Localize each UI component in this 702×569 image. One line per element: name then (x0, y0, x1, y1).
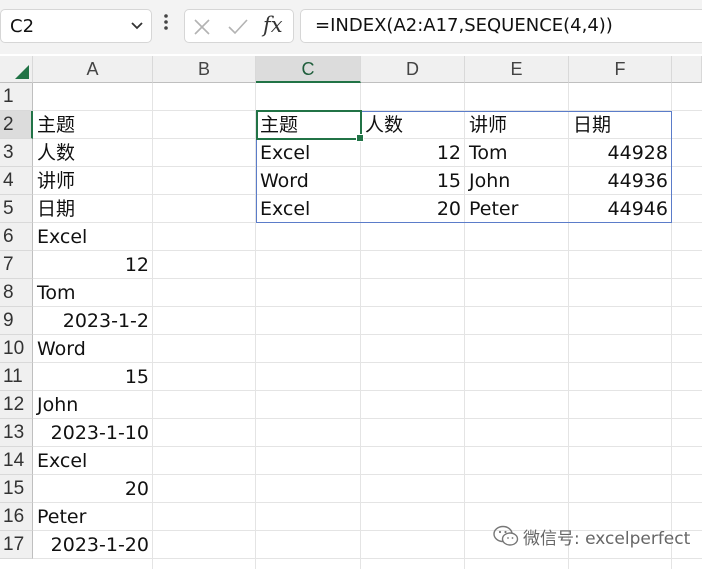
cell-a3[interactable]: 人数 (33, 139, 153, 167)
more-options-icon[interactable] (163, 13, 169, 31)
row-header-1[interactable]: 1 (0, 83, 33, 111)
formula-input[interactable]: =INDEX(A2:A17,SEQUENCE(4,4)) (300, 9, 702, 43)
wechat-icon (493, 525, 519, 546)
column-header-a[interactable]: A (33, 56, 153, 83)
formula-text: =INDEX(A2:A17,SEQUENCE(4,4)) (315, 15, 613, 36)
column-header-b[interactable]: B (153, 56, 256, 83)
cell-e4[interactable]: John (465, 167, 569, 195)
chevron-down-icon[interactable] (131, 22, 143, 30)
cell-d2[interactable]: 人数 (361, 111, 465, 139)
cell-e2[interactable]: 讲师 (465, 111, 569, 139)
row-header-15[interactable]: 15 (0, 475, 33, 503)
column-header-e[interactable]: E (465, 56, 569, 83)
cell-a6[interactable]: Excel (33, 223, 153, 251)
row-header-13[interactable]: 13 (0, 419, 33, 447)
select-all-corner[interactable] (0, 56, 33, 83)
column-header-next[interactable] (672, 56, 702, 83)
watermark-text: 微信号: excelperfect (523, 529, 691, 549)
cell-d3[interactable]: 12 (361, 139, 465, 167)
row-header-9[interactable]: 9 (0, 307, 33, 335)
row-header-12[interactable]: 12 (0, 391, 33, 419)
row-header-10[interactable]: 10 (0, 335, 33, 363)
row-header-16[interactable]: 16 (0, 503, 33, 531)
column-header-c[interactable]: C (256, 56, 361, 83)
row-header-4[interactable]: 4 (0, 167, 33, 195)
row-header-14[interactable]: 14 (0, 447, 33, 475)
cell-a17[interactable]: 2023-1-20 (33, 531, 153, 559)
cell-e5[interactable]: Peter (465, 195, 569, 223)
formula-buttons: fx (184, 9, 294, 43)
name-box[interactable]: C2 (0, 9, 152, 43)
cell-a5[interactable]: 日期 (33, 195, 153, 223)
cell-a9[interactable]: 2023-1-2 (33, 307, 153, 335)
cell-a4[interactable]: 讲师 (33, 167, 153, 195)
cell-a12[interactable]: John (33, 391, 153, 419)
cell-f2[interactable]: 日期 (569, 111, 672, 139)
row-header-11[interactable]: 11 (0, 363, 33, 391)
cell-c5[interactable]: Excel (256, 195, 361, 223)
cell-a16[interactable]: Peter (33, 503, 153, 531)
cell-a2[interactable]: 主题 (33, 111, 153, 139)
cell-c3[interactable]: Excel (256, 139, 361, 167)
cancel-icon[interactable] (193, 18, 211, 36)
cell-d5[interactable]: 20 (361, 195, 465, 223)
cell-a7[interactable]: 12 (33, 251, 153, 279)
cell-a14[interactable]: Excel (33, 447, 153, 475)
column-header-f[interactable]: F (569, 56, 672, 83)
row-header-2[interactable]: 2 (0, 111, 33, 139)
row-header-3[interactable]: 3 (0, 139, 33, 167)
row-header-5[interactable]: 5 (0, 195, 33, 223)
row-header-6[interactable]: 6 (0, 223, 33, 251)
formula-bar: C2 fx =INDEX(A2:A17,SEQUENCE(4,4)) (0, 0, 702, 54)
insert-function-icon[interactable]: fx (263, 13, 283, 37)
select-all-icon[interactable] (15, 65, 29, 79)
cell-f3[interactable]: 44928 (569, 139, 672, 167)
cell-a10[interactable]: Word (33, 335, 153, 363)
cell-a8[interactable]: Tom (33, 279, 153, 307)
row-header-7[interactable]: 7 (0, 251, 33, 279)
cell-a13[interactable]: 2023-1-10 (33, 419, 153, 447)
column-header-d[interactable]: D (361, 56, 465, 83)
row-header-17[interactable]: 17 (0, 531, 33, 559)
cell-f5[interactable]: 44946 (569, 195, 672, 223)
cell-f4[interactable]: 44936 (569, 167, 672, 195)
row-header-8[interactable]: 8 (0, 279, 33, 307)
cell-c2[interactable]: 主题 (256, 111, 361, 139)
name-box-value: C2 (10, 16, 35, 37)
enter-check-icon[interactable] (227, 18, 249, 36)
cell-c4[interactable]: Word (256, 167, 361, 195)
cell-a11[interactable]: 15 (33, 363, 153, 391)
cell-a15[interactable]: 20 (33, 475, 153, 503)
cell-d4[interactable]: 15 (361, 167, 465, 195)
cell-e3[interactable]: Tom (465, 139, 569, 167)
